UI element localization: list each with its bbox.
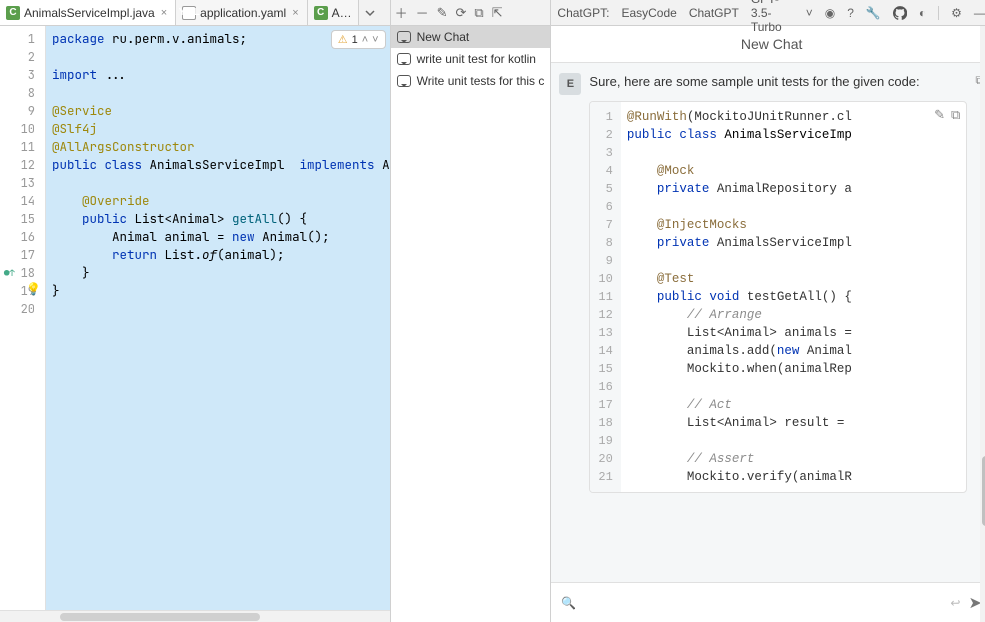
github-icon[interactable] [893, 6, 907, 20]
history-label: Write unit tests for this c [417, 74, 545, 88]
moon-icon[interactable]: ◐ [919, 6, 926, 20]
history-label: write unit test for kotlin [417, 52, 536, 66]
add-icon[interactable]: ＋ [395, 3, 408, 22]
chat-toolbar: ChatGPT: EasyCode ChatGPT GPT-3.5-Turbo … [551, 0, 985, 26]
chat-bubble-icon [397, 53, 411, 65]
chat-pane: ChatGPT: EasyCode ChatGPT GPT-3.5-Turbo … [551, 0, 985, 622]
chat-input[interactable] [584, 591, 942, 615]
java-class-icon: C [314, 6, 328, 20]
editor-tabs: C AnimalsServiceImpl.java × YML applicat… [0, 0, 390, 26]
tab-application-yaml[interactable]: YML application.yaml × [176, 0, 307, 25]
tab-label: A… [332, 6, 352, 20]
assistant-message: E Sure, here are some sample unit tests … [559, 73, 983, 493]
java-class-icon: C [6, 6, 20, 20]
close-icon[interactable]: × [159, 7, 169, 19]
code-block: ✎ ⧉ 123456789101112131415161718192021 @R… [589, 101, 967, 493]
inspections-widget[interactable]: ⚠ 1 ˄ ˅ [331, 30, 386, 49]
implements-gutter-icon[interactable]: ●↑ [4, 264, 15, 282]
search-icon: 🔍 [561, 596, 576, 610]
message-text: Sure, here are some sample unit tests fo… [589, 73, 967, 91]
popout-icon[interactable]: ⇱ [492, 5, 503, 21]
editor-horizontal-scrollbar[interactable] [0, 610, 390, 622]
chevron-up-icon[interactable]: ˄ [362, 34, 368, 46]
code-block-content[interactable]: @RunWith(MockitoJUnitRunner.cl public cl… [621, 102, 852, 492]
tab-truncated[interactable]: C A… [308, 0, 359, 25]
edit-code-icon[interactable]: ✎ [934, 106, 945, 124]
copy-code-icon[interactable]: ⧉ [951, 106, 960, 124]
assistant-avatar-icon: E [559, 73, 581, 95]
editor-pane: C AnimalsServiceImpl.java × YML applicat… [0, 0, 391, 622]
vertical-scrollbar[interactable] [980, 26, 985, 622]
provider-chatgpt[interactable]: ChatGPT [689, 6, 739, 20]
history-item[interactable]: write unit test for kotlin [391, 48, 551, 70]
history-toolbar: ＋ － ✎ ⟳ ⧉ ⇱ [391, 0, 551, 26]
intention-bulb-icon[interactable]: 💡 [26, 280, 41, 298]
chat-title: New Chat [551, 26, 985, 63]
edit-icon[interactable]: ✎ [437, 5, 448, 21]
editor-gutter: 123891011121314151617181920●↑💡 [0, 26, 46, 610]
chat-history-pane: ＋ － ✎ ⟳ ⧉ ⇱ New Chat write unit test for… [391, 0, 552, 622]
code-block-gutter: 123456789101112131415161718192021 [590, 102, 620, 492]
app-root: C AnimalsServiceImpl.java × YML applicat… [0, 0, 985, 622]
minimize-icon[interactable]: — [974, 6, 985, 20]
code-block-tools: ✎ ⧉ [934, 106, 960, 124]
provider-easycode[interactable]: EasyCode [621, 6, 676, 20]
history-list: New Chat write unit test for kotlin Writ… [391, 26, 551, 92]
tabs-dropdown[interactable] [359, 8, 381, 18]
gear-icon[interactable]: ⚙ [951, 6, 962, 20]
chat-bubble-icon [397, 31, 411, 43]
chevron-down-icon[interactable]: ˅ [372, 34, 378, 46]
eye-icon[interactable]: ◉ [825, 6, 835, 20]
code-editor[interactable]: ⚠ 1 ˄ ˅ 123891011121314151617181920●↑💡 p… [0, 26, 390, 610]
history-item-new-chat[interactable]: New Chat [391, 26, 551, 48]
chat-input-bar: 🔍 ↩ ➤ [551, 582, 985, 622]
code-content[interactable]: package ru.perm.v.animals; import ... @S… [46, 26, 390, 610]
divider [938, 6, 939, 20]
brand-label: ChatGPT: [557, 6, 609, 20]
help-icon[interactable]: ? [847, 6, 854, 20]
chat-body: E Sure, here are some sample unit tests … [551, 63, 985, 582]
message-content: Sure, here are some sample unit tests fo… [589, 73, 967, 493]
history-label: New Chat [417, 30, 470, 44]
history-item[interactable]: Write unit tests for this c [391, 70, 551, 92]
bookmark-icon[interactable]: ⧉ [474, 5, 483, 21]
wrench-icon[interactable]: 🔧 [866, 6, 881, 20]
tab-animals-service[interactable]: C AnimalsServiceImpl.java × [0, 0, 176, 25]
warning-count: 1 [352, 34, 358, 46]
yaml-icon: YML [182, 6, 196, 20]
close-icon[interactable]: × [290, 7, 300, 19]
undo-icon[interactable]: ↩ [950, 596, 960, 610]
tab-label: application.yaml [200, 6, 286, 20]
chat-bubble-icon [397, 75, 411, 87]
chevron-down-icon[interactable]: ˅ [806, 6, 813, 20]
tab-label: AnimalsServiceImpl.java [24, 6, 155, 20]
remove-icon[interactable]: － [416, 3, 429, 22]
refresh-icon[interactable]: ⟳ [456, 5, 467, 21]
warning-icon: ⚠ [338, 33, 348, 46]
